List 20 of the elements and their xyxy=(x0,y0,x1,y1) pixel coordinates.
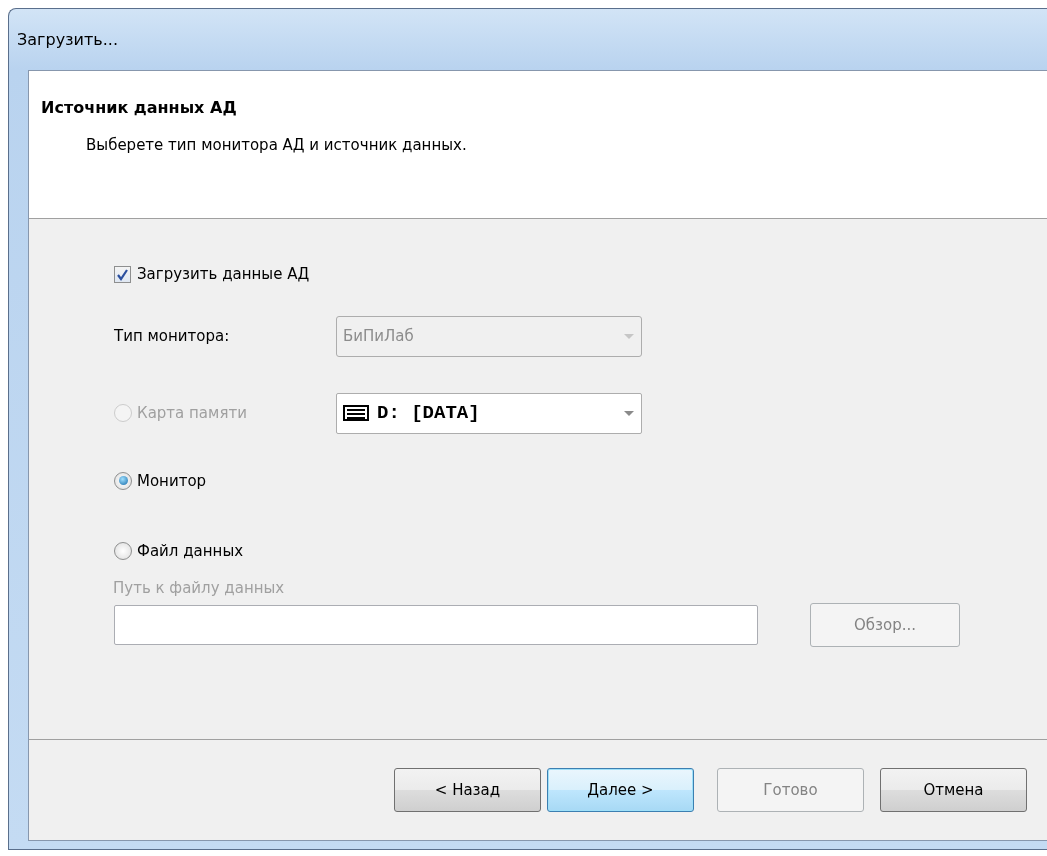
dialog-button[interactable]: Отмена xyxy=(880,768,1027,812)
dialog-button[interactable]: Далее > xyxy=(547,768,694,812)
drive-text: D: [DATA] xyxy=(377,400,480,426)
radio-label[interactable]: Монитор xyxy=(137,469,207,492)
field-label: Тип монитора: xyxy=(114,325,231,347)
page-subtitle: Выберете тип монитора АД и источник данных. xyxy=(86,135,468,156)
checkbox-label[interactable]: Загрузить данные АД xyxy=(137,263,310,286)
radio-label[interactable]: Файл данных xyxy=(137,540,244,563)
radio-button[interactable] xyxy=(114,542,132,561)
path-input[interactable] xyxy=(114,605,758,645)
radio-button[interactable] xyxy=(114,471,132,490)
dropdown-arrow-icon xyxy=(623,409,635,417)
checkbox[interactable] xyxy=(114,265,131,283)
page-title: Источник данных АД xyxy=(41,97,238,119)
field-label: Путь к файлу данных xyxy=(113,577,286,599)
dropdown-arrow-icon xyxy=(623,332,635,340)
window-title: Загрузить... xyxy=(17,28,118,51)
dialog-button[interactable]: < Назад xyxy=(394,768,541,812)
drive-select[interactable]: D: [DATA] xyxy=(336,392,642,434)
drive-icon xyxy=(343,405,369,421)
